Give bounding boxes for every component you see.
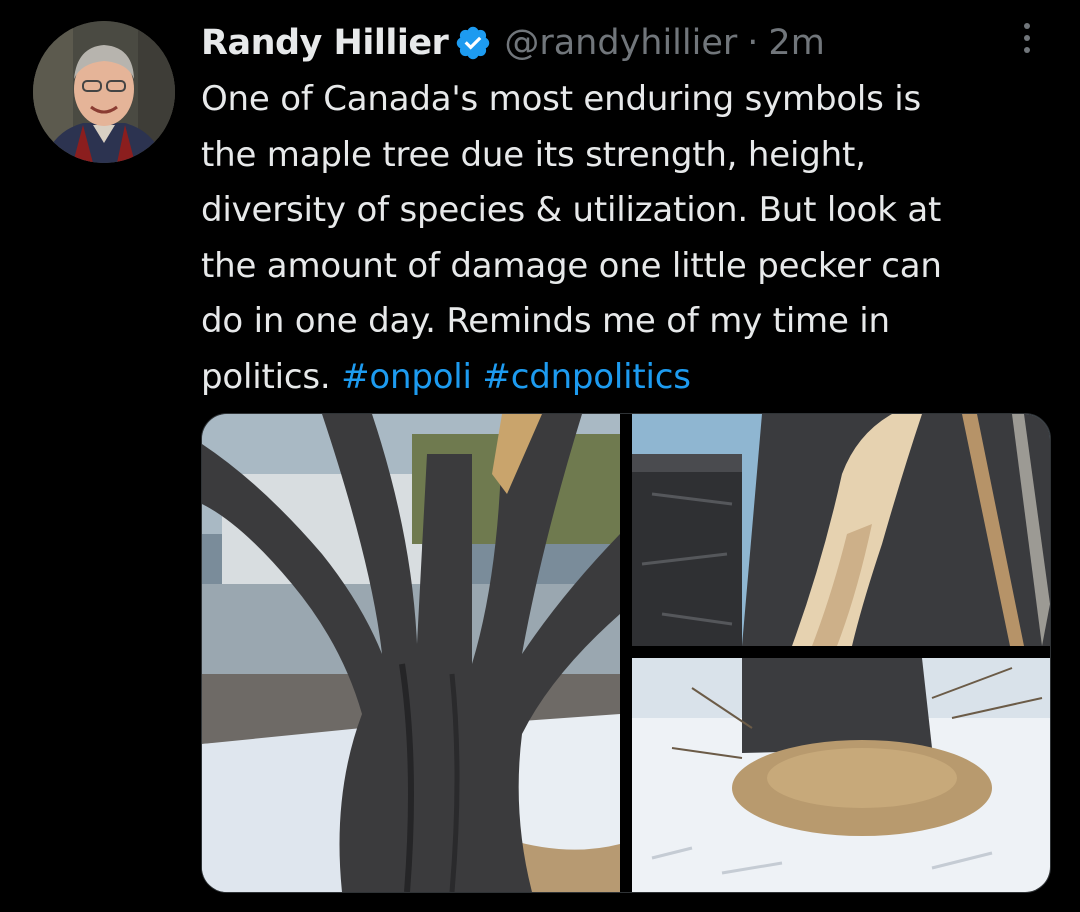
profile-photo	[33, 21, 175, 163]
verified-badge-icon	[454, 24, 492, 62]
tweet-text: One of Canada's most enduring symbols is…	[201, 72, 1041, 405]
tweet-text-line: do in one day. Reminds me of my time in	[201, 301, 890, 341]
hashtag-link[interactable]: #cdnpolitics	[482, 357, 691, 397]
tweet-media-grid	[201, 413, 1051, 893]
more-options-icon[interactable]	[1010, 18, 1044, 58]
tweet-header: Randy Hillier @randyhillier · 2m	[201, 18, 825, 68]
tweet-timestamp[interactable]: 2m	[768, 23, 824, 63]
photo-woodpecker-damage-closeup[interactable]	[632, 414, 1050, 646]
tweet-text-line: diversity of species & utilization. But …	[201, 190, 942, 230]
tweet-text-line: politics.	[201, 356, 342, 397]
separator-dot: ·	[747, 23, 759, 63]
avatar[interactable]	[33, 21, 175, 163]
tweet-text-last-line: politics. #onpoli #cdnpolitics	[201, 350, 1041, 406]
tweet-text-line: the maple tree due its strength, height,	[201, 134, 866, 175]
photo-wood-chips-base-snow[interactable]	[632, 658, 1050, 892]
photo-maple-tree-trunks-snow[interactable]	[202, 414, 620, 892]
hashtag-link[interactable]: #onpoli	[341, 357, 472, 397]
author-name[interactable]: Randy Hillier	[201, 23, 449, 63]
tweet-text-line: the amount of damage one little pecker c…	[201, 245, 942, 286]
author-handle[interactable]: @randyhillier	[504, 23, 737, 63]
tweet-text-line: One of Canada's most enduring symbols is	[201, 79, 922, 119]
